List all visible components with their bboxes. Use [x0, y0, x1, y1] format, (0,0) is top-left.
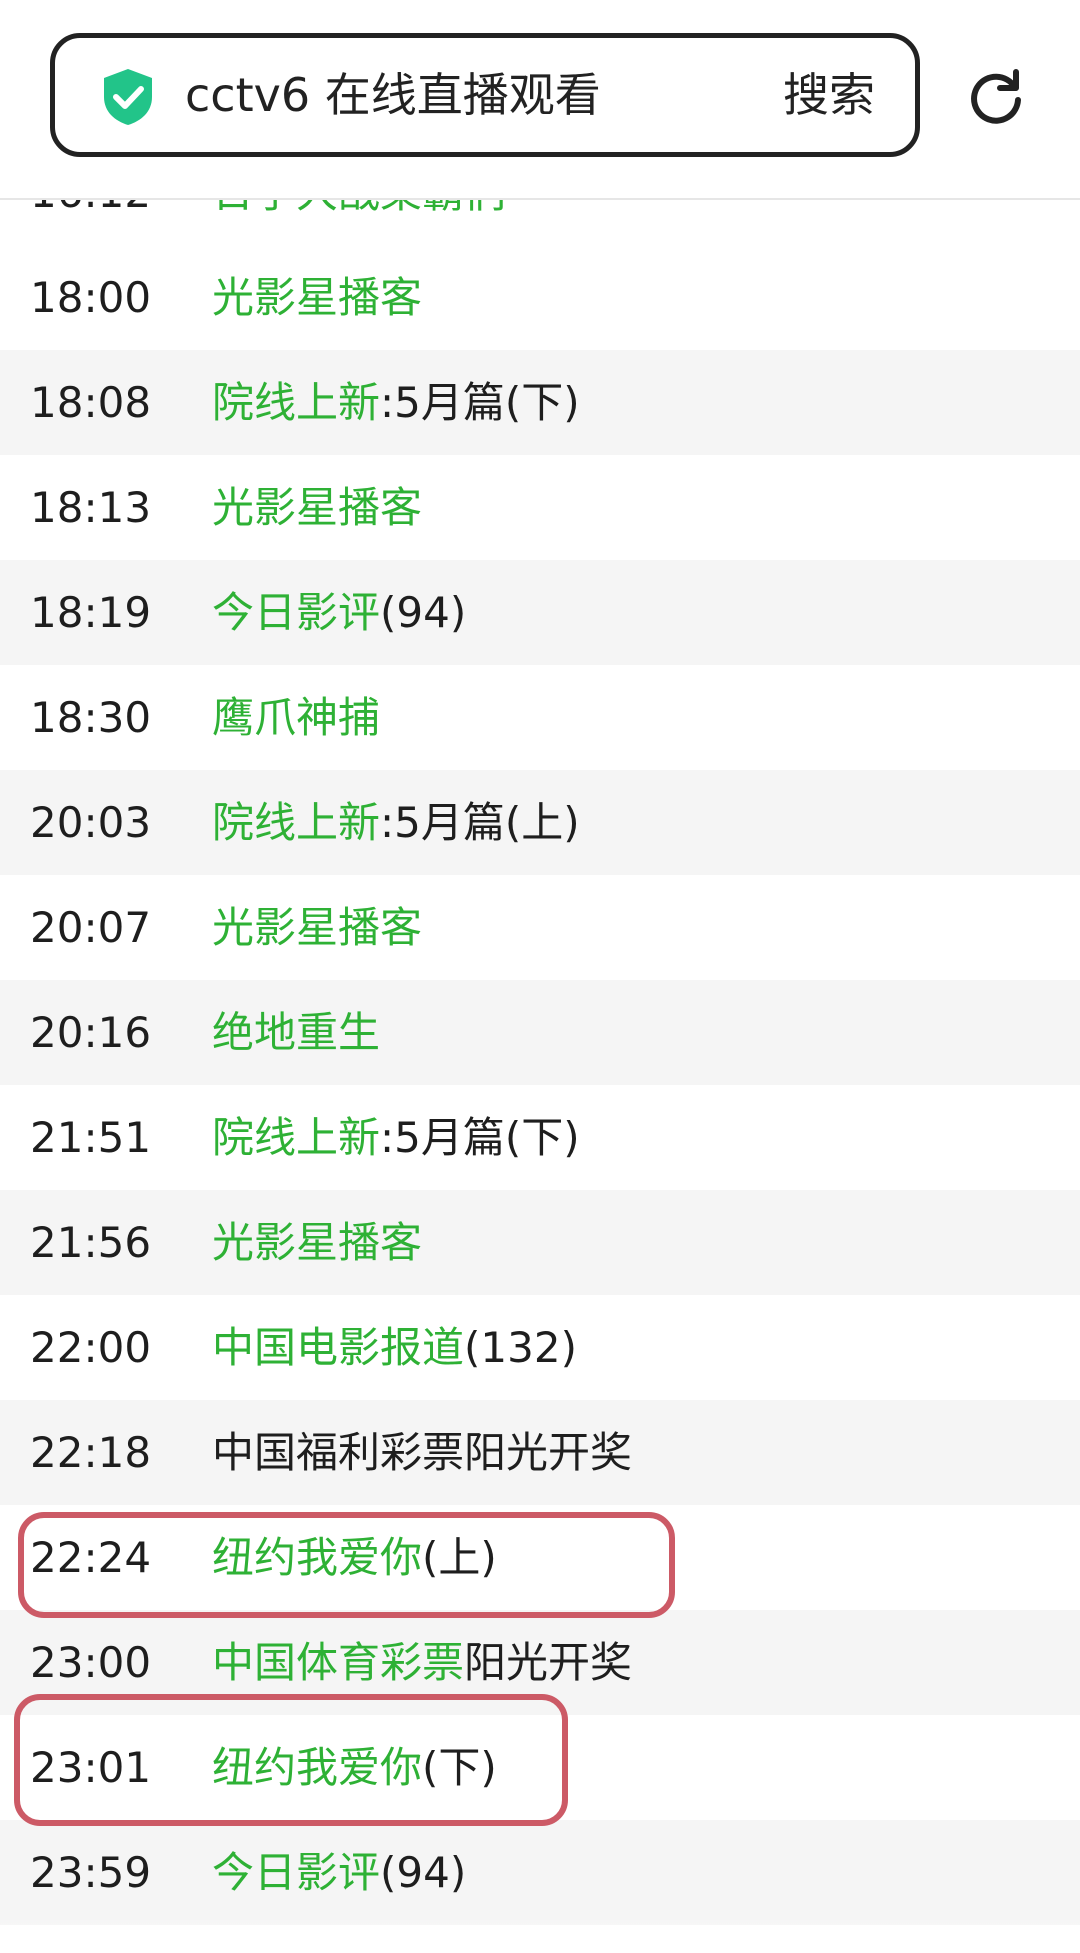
- program-time: 23:59: [30, 1848, 152, 1897]
- bottom-fade: [0, 1918, 1080, 1953]
- schedule-row[interactable]: 18:13 光影星播客: [0, 455, 1080, 560]
- program-title[interactable]: 中国体育彩票阳光开奖: [212, 1610, 632, 1715]
- schedule-row[interactable]: 22:00 中国电影报道(132): [0, 1295, 1080, 1400]
- program-title[interactable]: 绝地重生: [212, 980, 380, 1085]
- program-time: 18:08: [30, 378, 152, 427]
- schedule-list: 16:12 日子大战菜霸们 18:00 光影星播客 18:08 院线上新:5月篇…: [0, 140, 1080, 1925]
- search-query[interactable]: cctv6 在线直播观看: [185, 38, 601, 152]
- program-title[interactable]: 光影星播客: [212, 245, 422, 350]
- schedule-row[interactable]: 18:19 今日影评(94): [0, 560, 1080, 665]
- schedule-row[interactable]: 18:00 光影星播客: [0, 245, 1080, 350]
- program-title[interactable]: 中国电影报道(132): [212, 1295, 577, 1400]
- program-title[interactable]: 今日影评(94): [212, 560, 466, 665]
- program-time: 21:56: [30, 1218, 152, 1267]
- program-time: 23:00: [30, 1638, 152, 1687]
- shield-check-icon: [104, 69, 152, 125]
- schedule-row[interactable]: 18:30 鹰爪神捕: [0, 665, 1080, 770]
- schedule-row[interactable]: 21:51 院线上新:5月篇(下): [0, 1085, 1080, 1190]
- schedule-row[interactable]: 20:16 绝地重生: [0, 980, 1080, 1085]
- schedule-row[interactable]: 23:01 纽约我爱你(下): [0, 1715, 1080, 1820]
- program-title[interactable]: 院线上新:5月篇(下): [212, 1085, 580, 1190]
- program-title[interactable]: 光影星播客: [212, 1190, 422, 1295]
- program-title[interactable]: 院线上新:5月篇(下): [212, 350, 580, 455]
- program-time: 20:16: [30, 1008, 152, 1057]
- program-time: 22:00: [30, 1323, 152, 1372]
- refresh-icon[interactable]: [966, 66, 1026, 126]
- program-title[interactable]: 光影星播客: [212, 455, 422, 560]
- schedule-row[interactable]: 20:07 光影星播客: [0, 875, 1080, 980]
- search-header: cctv6 在线直播观看 搜索: [0, 0, 1080, 200]
- schedule-row[interactable]: 22:18 中国福利彩票阳光开奖: [0, 1400, 1080, 1505]
- schedule-row[interactable]: 20:03 院线上新:5月篇(上): [0, 770, 1080, 875]
- program-time: 22:24: [30, 1533, 152, 1582]
- program-title[interactable]: 中国福利彩票阳光开奖: [212, 1400, 632, 1505]
- schedule-row[interactable]: 23:00 中国体育彩票阳光开奖: [0, 1610, 1080, 1715]
- program-time: 20:03: [30, 798, 152, 847]
- program-time: 23:01: [30, 1743, 152, 1792]
- program-time: 18:00: [30, 273, 152, 322]
- program-title[interactable]: 院线上新:5月篇(上): [212, 770, 580, 875]
- schedule-row[interactable]: 22:24 纽约我爱你(上): [0, 1505, 1080, 1610]
- program-title[interactable]: 纽约我爱你(上): [212, 1505, 497, 1610]
- program-title[interactable]: 鹰爪神捕: [212, 665, 380, 770]
- program-title[interactable]: 光影星播客: [212, 875, 422, 980]
- program-title[interactable]: 纽约我爱你(下): [212, 1715, 497, 1820]
- search-bar[interactable]: cctv6 在线直播观看 搜索: [50, 33, 920, 157]
- program-title[interactable]: 今日影评(94): [212, 1820, 466, 1925]
- program-time: 22:18: [30, 1428, 152, 1477]
- schedule-row[interactable]: 21:56 光影星播客: [0, 1190, 1080, 1295]
- program-time: 18:13: [30, 483, 152, 532]
- schedule-row[interactable]: 18:08 院线上新:5月篇(下): [0, 350, 1080, 455]
- program-time: 18:30: [30, 693, 152, 742]
- search-button[interactable]: 搜索: [783, 38, 875, 152]
- program-time: 20:07: [30, 903, 152, 952]
- schedule-row[interactable]: 23:59 今日影评(94): [0, 1820, 1080, 1925]
- program-time: 18:19: [30, 588, 152, 637]
- program-time: 21:51: [30, 1113, 152, 1162]
